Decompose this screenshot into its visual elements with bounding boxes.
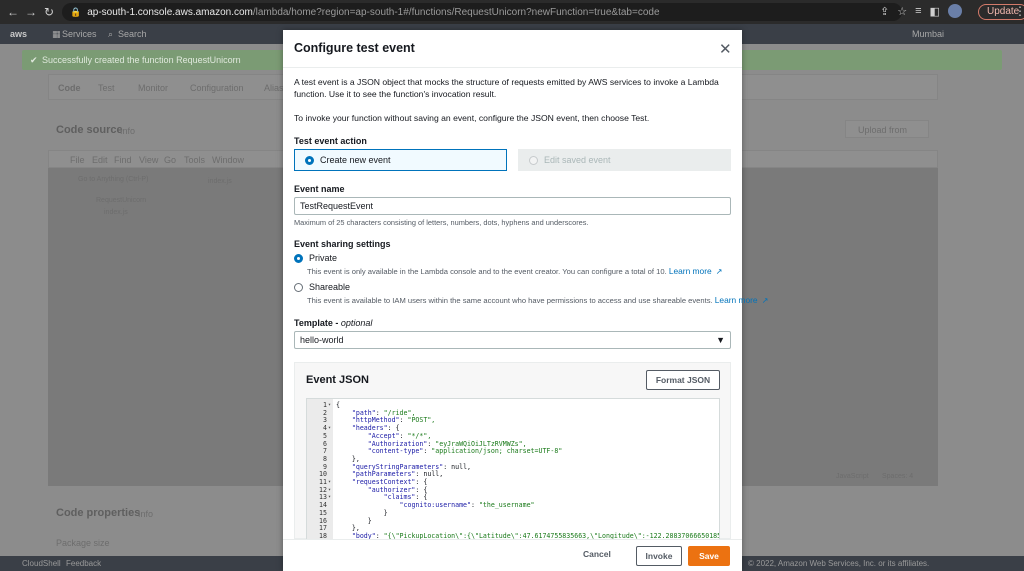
radio-selected-icon: [305, 155, 314, 165]
external-link-icon: ↗: [761, 296, 769, 305]
event-json-panel: Event JSON Format JSON 1 ▾{2 "path": "/ri…: [294, 362, 731, 540]
footer-copyright: © 2022, Amazon Web Services, Inc. or its…: [748, 559, 930, 568]
create-new-event-option[interactable]: Create new event: [294, 149, 507, 171]
invoke-button[interactable]: Invoke: [636, 546, 682, 566]
private-description: This event is only available in the Lamb…: [307, 267, 667, 276]
code-properties-title: Code properties: [56, 507, 141, 519]
services-menu: Services: [62, 29, 97, 39]
editor-tab: index.js: [208, 178, 232, 185]
extensions-icon[interactable]: ◧: [930, 5, 940, 18]
radio-selected-icon: [294, 253, 303, 263]
modal-footer: Cancel Invoke Save: [283, 539, 742, 571]
radio-disabled-icon: [529, 155, 538, 165]
create-new-event-label: Create new event: [320, 155, 391, 165]
package-size-label: Package size: [56, 538, 110, 548]
file-name: index.js: [104, 209, 128, 216]
services-icon: ▦: [52, 29, 61, 39]
share-icon[interactable]: ⇪: [880, 5, 889, 18]
search-input: Search: [118, 29, 147, 39]
shareable-option[interactable]: Shareable: [294, 282, 350, 292]
reload-icon[interactable]: ↻: [40, 5, 58, 19]
private-desc-row: This event is only available in the Lamb…: [307, 266, 722, 276]
footer-cloudshell: CloudShell: [22, 559, 61, 568]
url-text: ap-south-1.console.aws.amazon.com/lambda…: [87, 6, 660, 18]
aws-logo: aws: [10, 29, 28, 39]
edit-saved-event-label: Edit saved event: [544, 155, 611, 165]
browser-actions: ⇪ ☆ ≡ ◧: [880, 4, 962, 18]
template-select[interactable]: hello-world ▼: [294, 331, 731, 349]
template-value: hello-world: [300, 335, 344, 345]
code-source-title: Code source: [56, 124, 123, 136]
shareable-description: This event is available to IAM users wit…: [307, 296, 713, 305]
search-icon: ⌕: [108, 29, 114, 39]
sharing-settings-label: Event sharing settings: [294, 239, 391, 249]
ide-menu-go: Go: [164, 155, 177, 165]
shareable-label: Shareable: [309, 282, 351, 292]
edit-saved-event-option: Edit saved event: [518, 149, 731, 171]
ide-menu-file: File: [70, 155, 85, 165]
file-search-input: Go to Anything (Ctrl-P): [78, 176, 149, 183]
event-name-input[interactable]: TestRequestEvent: [294, 197, 731, 215]
tab-monitor: Monitor: [138, 83, 169, 93]
event-name-label: Event name: [294, 184, 345, 194]
flash-message: Successfully created the function Reques…: [42, 55, 241, 65]
template-label: Template - optional: [294, 318, 373, 328]
folder-name: RequestUnicorn: [96, 197, 147, 204]
shareable-learn-more-link[interactable]: Learn more: [715, 295, 758, 305]
private-label: Private: [309, 253, 338, 263]
modal-title: Configure test event: [294, 41, 415, 55]
browser-menu-icon[interactable]: ⋮: [1014, 4, 1024, 18]
private-option[interactable]: Private: [294, 253, 337, 263]
ide-language: JavaScript: [836, 473, 869, 480]
cancel-button[interactable]: Cancel: [583, 549, 611, 559]
tab-configuration: Configuration: [190, 83, 244, 93]
event-json-title: Event JSON: [306, 374, 369, 386]
caret-down-icon: ▼: [716, 335, 725, 345]
ide-menu-view: View: [139, 155, 159, 165]
ide-menu-tools: Tools: [184, 155, 206, 165]
external-link-icon: ↗: [715, 267, 723, 276]
modal-header: Configure test event ✕: [283, 30, 742, 68]
tab-test: Test: [98, 83, 115, 93]
format-json-button[interactable]: Format JSON: [646, 370, 720, 390]
close-icon[interactable]: ✕: [719, 40, 732, 58]
ide-menu-edit: Edit: [92, 155, 108, 165]
configure-test-event-modal: Configure test event ✕ A test event is a…: [283, 30, 768, 571]
event-name-help: Maximum of 25 characters consisting of l…: [294, 218, 589, 227]
ide-spaces: Spaces: 4: [882, 473, 914, 480]
private-learn-more-link[interactable]: Learn more: [669, 266, 712, 276]
reading-list-icon[interactable]: ≡: [915, 5, 921, 17]
browser-toolbar: ← → ↻ 🔒 ap-south-1.console.aws.amazon.co…: [0, 0, 1024, 24]
upload-from-label: Upload from: [858, 125, 908, 135]
ide-menu-find: Find: [114, 155, 132, 165]
invoke-hint: To invoke your function without saving a…: [294, 113, 650, 123]
back-icon[interactable]: ←: [4, 5, 22, 19]
forward-icon[interactable]: →: [22, 5, 40, 19]
test-event-action-label: Test event action: [294, 136, 367, 146]
profile-avatar[interactable]: [947, 4, 962, 18]
code-source-info: Info: [120, 126, 136, 136]
radio-unselected-icon: [294, 282, 303, 292]
event-json-editor[interactable]: 1 ▾{2 "path": "/ride", 3 "httpMethod": "PO…: [306, 398, 720, 540]
footer-feedback: Feedback: [66, 559, 102, 568]
star-icon[interactable]: ☆: [897, 5, 907, 18]
code-properties-info: Info: [138, 509, 154, 519]
lock-icon: 🔒: [70, 6, 82, 17]
region-selector: Mumbai: [912, 29, 945, 39]
address-bar[interactable]: 🔒 ap-south-1.console.aws.amazon.com/lamb…: [62, 3, 902, 21]
intro-text: A test event is a JSON object that mocks…: [294, 77, 719, 99]
check-icon: ✔: [30, 55, 38, 65]
save-button[interactable]: Save: [688, 546, 730, 566]
tab-code: Code: [58, 83, 81, 93]
ide-menu-window: Window: [212, 155, 245, 165]
shareable-desc-row: This event is available to IAM users wit…: [307, 295, 768, 305]
